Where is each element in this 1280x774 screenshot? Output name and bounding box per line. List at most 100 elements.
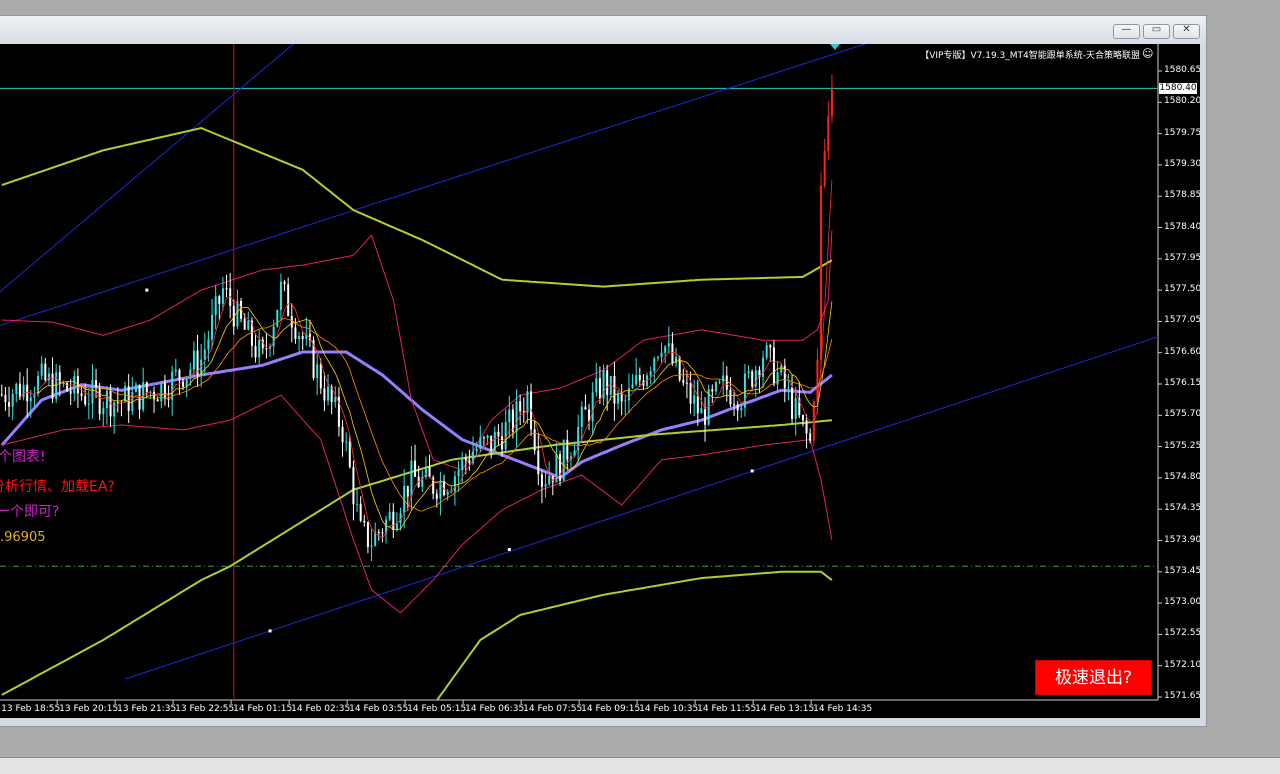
candle-body — [301, 336, 304, 340]
price-chart[interactable]: 【VIP专版】V7.19.3_MT4智能跟单系统-天合策略联盟 ☺ 个图表! 分… — [0, 44, 1200, 718]
candle-body — [675, 356, 678, 364]
candle-body — [406, 485, 409, 497]
candle-body — [548, 475, 551, 485]
time-tick-label: 14 Feb 11:55 — [697, 704, 757, 714]
price-tick-label: 1577.05 — [1164, 315, 1200, 326]
candle-body — [584, 406, 587, 410]
close-button[interactable]: ✕ — [1173, 24, 1200, 39]
candle-body — [370, 545, 373, 548]
candle-body — [667, 343, 670, 347]
candle-body — [214, 296, 217, 315]
current-price-label: 1580.40 — [1159, 82, 1197, 94]
candle-body — [171, 371, 174, 400]
candle-body — [653, 358, 656, 372]
candle-body — [366, 522, 369, 548]
candle-body — [816, 359, 819, 402]
candle-body — [787, 387, 790, 389]
candle-body — [696, 395, 699, 414]
candle-body — [591, 392, 594, 422]
candle-body — [693, 395, 696, 404]
candle-body — [247, 320, 250, 330]
candle-body — [689, 383, 692, 404]
candle-body — [820, 185, 823, 360]
candle-body — [283, 281, 286, 285]
minimize-button[interactable]: — — [1113, 24, 1140, 39]
candle-body — [453, 476, 456, 492]
trendline-anchor — [750, 469, 754, 473]
candle-body — [497, 431, 500, 437]
price-tick-label: 1573.45 — [1164, 565, 1200, 576]
candle-body — [26, 384, 29, 402]
candle-body — [765, 345, 768, 358]
price-tick-label: 1576.60 — [1164, 346, 1200, 357]
chart-shift-marker-icon — [830, 44, 840, 50]
candle-body — [664, 346, 667, 353]
candle-body — [671, 343, 674, 364]
time-tick-label: 14 Feb 02:35 — [291, 704, 351, 714]
candle-body — [656, 356, 659, 359]
candle-body — [276, 309, 279, 327]
window-titlebar[interactable]: — ▭ ✕ — [0, 16, 1206, 44]
price-tick-label: 1575.25 — [1164, 440, 1200, 451]
candle-body — [598, 378, 601, 399]
candle-body — [22, 384, 25, 398]
close-icon: ✕ — [1182, 24, 1191, 35]
status-strip — [0, 757, 1280, 774]
candle-body — [464, 458, 467, 461]
price-tick-label: 1579.30 — [1164, 158, 1200, 169]
candle-body — [225, 288, 228, 290]
candle-body — [725, 375, 728, 390]
candle-body — [685, 382, 688, 384]
trendline-anchor — [145, 288, 149, 292]
candle-body — [4, 394, 7, 403]
time-tick-label: 14 Feb 13:15 — [755, 704, 815, 714]
candle-body — [540, 474, 543, 487]
candle-body — [163, 383, 166, 399]
candle-body — [486, 435, 489, 438]
candle-body — [555, 453, 558, 483]
candle-body — [29, 397, 32, 402]
candle-body — [468, 460, 471, 464]
candle-body — [40, 363, 43, 376]
candle-body — [178, 369, 181, 380]
time-tick-label: 14 Feb 07:55 — [523, 704, 583, 714]
price-tick-label: 1571.65 — [1164, 691, 1200, 701]
candle-body — [359, 503, 362, 521]
candle-body — [830, 88, 833, 117]
candle-body — [457, 470, 460, 477]
candle-body — [348, 441, 351, 468]
candle-body — [613, 376, 616, 404]
price-tick-label: 1580.65 — [1164, 65, 1200, 75]
indicator-long-band-upper — [1, 126, 833, 288]
candle-body — [501, 436, 504, 450]
candle-body — [319, 364, 322, 389]
candle-body — [145, 382, 148, 393]
candle-body — [562, 439, 565, 481]
time-tick-label: 14 Feb 10:35 — [639, 704, 699, 714]
candle-body — [356, 503, 359, 505]
time-tick-label: 14 Feb 06:35 — [465, 704, 525, 714]
candle-body — [388, 511, 391, 520]
candle-body — [323, 388, 326, 401]
overlay-text-2: 分析行情、加载EA? — [0, 479, 115, 495]
candle-body — [392, 511, 395, 531]
candle-body — [192, 350, 195, 370]
candle-body — [595, 378, 598, 393]
price-tick-label: 1572.55 — [1164, 628, 1200, 639]
restore-button[interactable]: ▭ — [1143, 24, 1170, 39]
candle-body — [533, 429, 536, 451]
time-tick-label: 14 Feb 05:15 — [407, 704, 467, 714]
indicator-ma-5 — [19, 180, 833, 539]
price-tick-label: 1580.20 — [1164, 96, 1200, 107]
price-tick-label: 1573.90 — [1164, 534, 1200, 545]
candle-body — [221, 288, 224, 304]
quick-exit-button[interactable]: 极速退出? — [1035, 660, 1152, 695]
candle-body — [772, 347, 775, 385]
candle-body — [606, 370, 609, 395]
candle-body — [363, 520, 366, 523]
candle-body — [377, 531, 380, 533]
candle-body — [508, 409, 511, 423]
candle-body — [827, 116, 830, 151]
candle-body — [660, 352, 663, 357]
overlay-text-3: 一个即可? — [0, 504, 60, 520]
